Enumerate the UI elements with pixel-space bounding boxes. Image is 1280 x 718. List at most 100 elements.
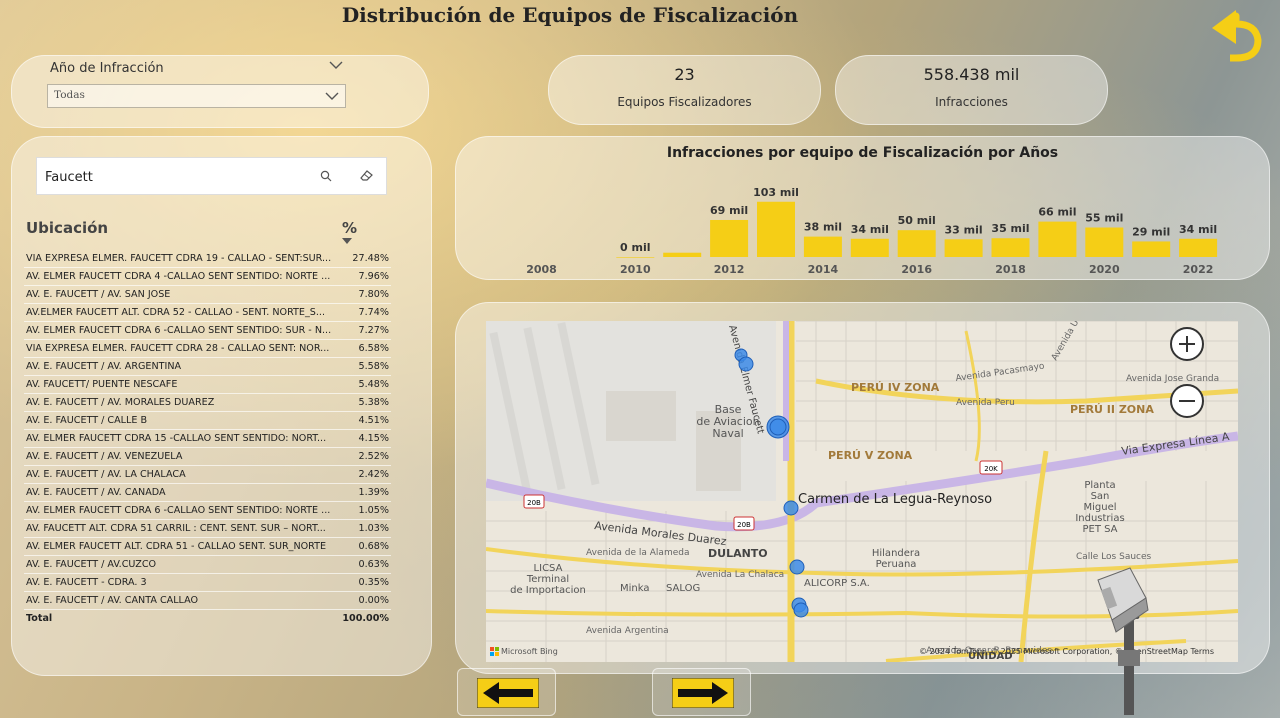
zoom-in-button[interactable] [1170,327,1204,361]
table-row[interactable]: AV. ELMER FAUCETT CDRA 6 -CALLAO SENT SE… [24,322,391,340]
chart-bar[interactable] [944,239,983,257]
map-label-dulanto: DULANTO [708,547,768,560]
table-cell-location: AV.ELMER FAUCETT ALT. CDRA 52 - CALLAO -… [26,307,325,318]
table-row[interactable]: AV. ELMER FAUCETT CDRA 4 -CALLAO SENT SE… [24,268,391,286]
map-label-peru4: PERÚ IV ZONA [851,381,940,394]
table-row[interactable]: VIA EXPRESA ELMER. FAUCETT CDRA 28 - CAL… [24,340,391,358]
table-cell-percent: 7.27% [358,325,389,336]
chart-panel: Infracciones por equipo de Fiscalización… [455,136,1270,280]
chevron-down-icon [325,92,339,100]
chart-bar[interactable] [803,236,842,257]
map-label-av-alameda: Avenida de la Alameda [586,548,689,558]
map-marker[interactable] [793,602,809,618]
chart-data-label: 66 mil [1038,206,1076,219]
chart-bar[interactable] [710,219,749,257]
svg-text:20B: 20B [527,499,541,507]
map-label-salog: SALOG [666,583,700,594]
eraser-icon[interactable] [359,169,373,181]
chart-data-label: 34 mil [851,223,889,236]
table-row[interactable]: AV. ELMER FAUCETT CDRA 6 -CALLAO SENT SE… [24,502,391,520]
table-cell-percent: 2.52% [358,451,389,462]
chart-bar[interactable] [1038,221,1077,257]
chart-tick-label: 2014 [808,263,839,276]
zoom-out-button[interactable] [1170,384,1204,418]
table-cell-location: AV. E. FAUCETT - CDRA. 3 [26,577,147,588]
table-cell-percent: 5.48% [358,379,389,390]
chart-data-label: 50 mil [898,214,936,227]
chart-tick-label: 2008 [526,263,557,276]
chart-bar[interactable] [991,238,1030,257]
previous-page-button[interactable] [457,668,556,716]
map-label-minka: Minka [620,583,650,594]
table-row[interactable]: AV. ELMER FAUCETT ALT. CDRA 51 - CALLAO … [24,538,391,556]
table-cell-percent: 5.58% [358,361,389,372]
table-cell-percent: 7.74% [358,307,389,318]
table-cell-location: AV. ELMER FAUCETT CDRA 6 -CALLAO SENT SE… [26,325,332,336]
table-row[interactable]: AV. FAUCETT/ PUENTE NESCAFE 5.48% [24,376,391,394]
minus-icon [1179,400,1195,402]
chart-data-label: 29 mil [1132,225,1170,238]
table-row[interactable]: AV. E. FAUCETT / AV. ARGENTINA 5.58% [24,358,391,376]
kpi-value-infracciones: 558.438 mil [923,65,1020,84]
kpi-value-equipos: 23 [674,65,695,84]
chart-bar[interactable] [757,201,795,257]
table-cell-percent: 2.42% [358,469,389,480]
map-marker[interactable] [783,500,799,516]
chevron-down-icon[interactable] [328,58,344,72]
table-row[interactable]: AV. E. FAUCETT / AV. VENEZUELA 2.52% [24,448,391,466]
map-marker[interactable] [789,559,805,575]
table-cell-percent: 5.38% [358,397,389,408]
table-cell-location: AV. E. FAUCETT / AV. CANADA [26,487,166,498]
table-cell-location: AV. ELMER FAUCETT CDRA 4 -CALLAO SENT SE… [26,271,331,282]
search-icon[interactable] [320,170,332,182]
year-dropdown-value: Todas [54,89,85,101]
column-header-percent[interactable]: % [342,219,357,237]
table-row[interactable]: AV. FAUCETT ALT. CDRA 51 CARRIL : CENT. … [24,520,391,538]
map-label-carmen: Carmen de La Legua-Reynoso [798,492,992,507]
plus-icon [1179,336,1195,352]
kpi-caption-equipos: Equipos Fiscalizadores [617,95,752,109]
table-row[interactable]: AV. E. FAUCETT / AV. CANADA 1.39% [24,484,391,502]
chart-data-label: 69 mil [710,204,748,217]
bing-logo: Microsoft Bing [490,647,558,656]
table-cell-percent: 0.00% [358,595,389,606]
chart-bar[interactable] [897,230,936,257]
chart-bar[interactable] [1179,238,1218,257]
undo-arrow-icon [1212,10,1262,62]
year-dropdown[interactable]: Todas [47,84,346,108]
chart-bar[interactable] [1085,227,1124,258]
column-header-location[interactable]: Ubicación [26,219,108,237]
chart-data-label: 34 mil [1179,223,1217,236]
map-label-hilandera: Hilandera Peruana [872,548,920,570]
map-label-alicorp: ALICORP S.A. [804,578,870,589]
chart-bar[interactable] [663,252,702,257]
chart-tick-label: 2016 [901,263,932,276]
bing-logo-text: Microsoft Bing [501,647,558,656]
location-table-body: VIA EXPRESA ELMER. FAUCETT CDRA 19 - CAL… [24,250,391,628]
table-row[interactable]: AV. E. FAUCETT / AV.CUZCO 0.63% [24,556,391,574]
back-button[interactable] [1206,2,1266,62]
table-row[interactable]: AV. E. FAUCETT / AV. LA CHALACA 2.42% [24,466,391,484]
next-page-button[interactable] [652,668,751,716]
table-row[interactable]: AV. E. FAUCETT - CDRA. 3 0.35% [24,574,391,592]
table-cell-percent: 1.39% [358,487,389,498]
table-row[interactable]: AV. E. FAUCETT / CALLE B 4.51% [24,412,391,430]
table-row[interactable]: AV. ELMER FAUCETT CDRA 15 -CALLAO SENT S… [24,430,391,448]
table-cell-percent: 4.15% [358,433,389,444]
table-cell-location: VIA EXPRESA ELMER. FAUCETT CDRA 19 - CAL… [26,253,332,264]
chart-bar[interactable] [1132,241,1171,257]
table-row[interactable]: AV. E. FAUCETT / AV. CANTA CALLAO 0.00% [24,592,391,610]
chart-bar[interactable] [616,257,655,258]
table-cell-percent: 27.48% [352,253,389,264]
map-marker[interactable] [769,418,787,436]
table-row[interactable]: AV. E. FAUCETT / AV. SAN JOSE 7.80% [24,286,391,304]
map-marker[interactable] [738,356,754,372]
table-row[interactable]: AV. E. FAUCETT / AV. MORALES DUAREZ 5.38% [24,394,391,412]
chart-bar[interactable] [850,238,889,257]
table-row[interactable]: VIA EXPRESA ELMER. FAUCETT CDRA 19 - CAL… [24,250,391,268]
kpi-caption-infracciones: Infracciones [935,95,1008,109]
table-total-row: Total 100.00% [24,610,391,628]
table-cell-percent: 4.51% [358,415,389,426]
table-row[interactable]: AV.ELMER FAUCETT ALT. CDRA 52 - CALLAO -… [24,304,391,322]
search-input[interactable] [45,166,305,188]
